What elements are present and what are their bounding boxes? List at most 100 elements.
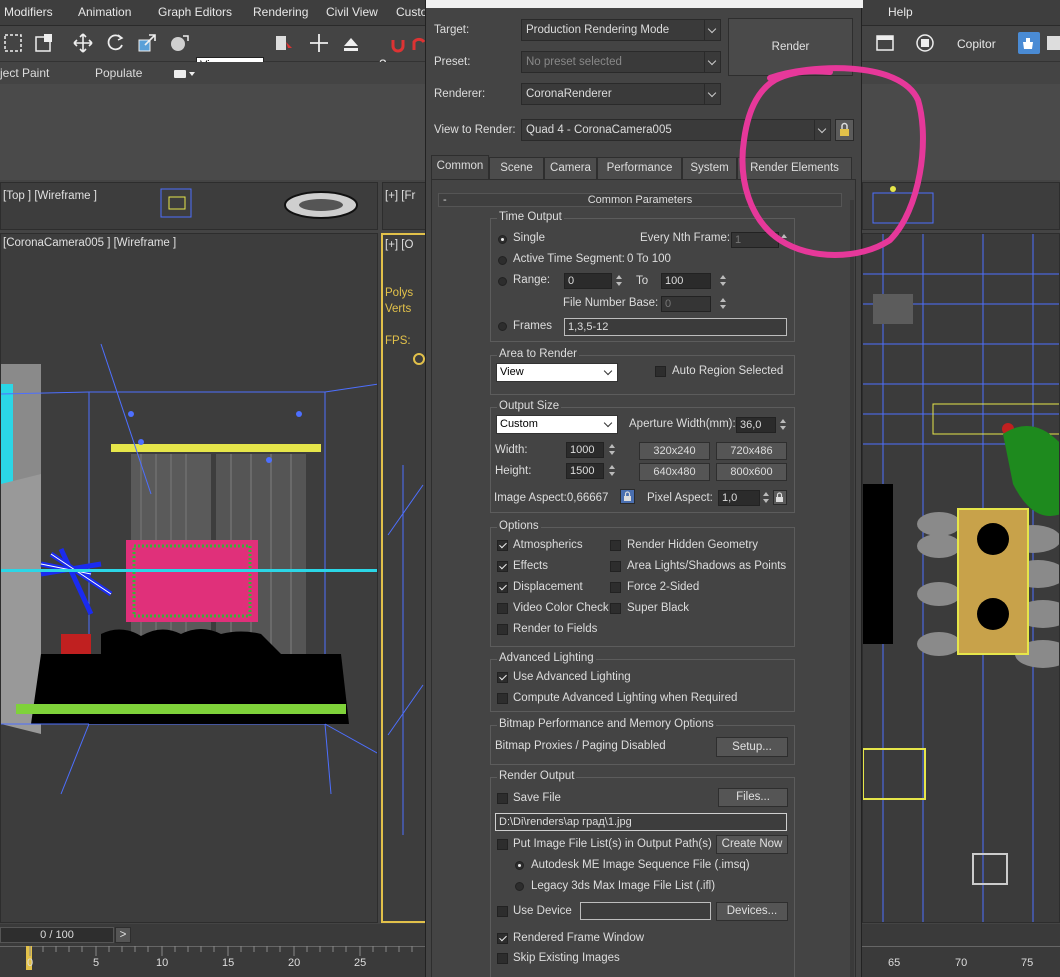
render-production-icon[interactable] — [914, 32, 936, 54]
size-preset-800x600-button[interactable]: 800x600 — [716, 463, 787, 481]
target-select[interactable]: Production Rendering Mode — [521, 19, 721, 41]
area-to-render-select[interactable]: View — [496, 363, 618, 382]
menu-modifiers[interactable]: Modifiers — [4, 5, 53, 19]
scale-icon[interactable] — [136, 32, 158, 54]
skip-existing-checkbox[interactable] — [497, 953, 508, 964]
every-nth-spinner-icon[interactable] — [779, 232, 789, 248]
frames-radio[interactable] — [498, 322, 507, 331]
every-nth-input[interactable]: 1 — [731, 232, 779, 248]
tab-camera[interactable]: Camera — [544, 157, 597, 179]
range-to-input[interactable]: 100 — [661, 273, 711, 289]
size-preset-320x240-button[interactable]: 320x240 — [639, 442, 710, 460]
copitor-label[interactable]: Copitor — [957, 37, 996, 51]
output-path-field[interactable]: D:\Di\renders\ар град\1.jpg — [495, 813, 787, 831]
use-device-checkbox[interactable] — [497, 906, 508, 917]
frames-input[interactable]: 1,3,5-12 — [564, 318, 787, 336]
tab-system[interactable]: System — [682, 157, 737, 179]
area-lights-checkbox[interactable] — [610, 561, 621, 572]
renderer-select[interactable]: CoronaRenderer — [521, 83, 721, 105]
range-from-input[interactable]: 0 — [564, 273, 612, 289]
viewport-top-plan[interactable] — [862, 233, 1060, 923]
device-field[interactable] — [580, 902, 711, 920]
viewport-left[interactable] — [862, 182, 1060, 230]
size-preset-720x486-button[interactable]: 720x486 — [716, 442, 787, 460]
viewport-top[interactable]: [Top ] [Wireframe ] — [0, 182, 378, 230]
preset-select[interactable]: No preset selected — [521, 51, 721, 73]
keyboard-shortcut-icon[interactable] — [340, 32, 362, 54]
atmospherics-checkbox[interactable] — [497, 540, 508, 551]
video-color-check-checkbox[interactable] — [497, 603, 508, 614]
height-spinner-icon[interactable] — [607, 463, 617, 479]
ribbon-populate[interactable]: Populate — [95, 66, 142, 80]
move-icon[interactable] — [72, 32, 94, 54]
pivot-icon[interactable] — [272, 32, 294, 54]
select-manipulate-icon[interactable] — [308, 32, 330, 54]
force-2sided-checkbox[interactable] — [610, 582, 621, 593]
effects-checkbox[interactable] — [497, 561, 508, 572]
viewport-front-label[interactable]: [+] [Fr — [385, 190, 415, 202]
render-to-fields-checkbox[interactable] — [497, 624, 508, 635]
size-preset-640x480-button[interactable]: 640x480 — [639, 463, 710, 481]
put-image-list-checkbox[interactable] — [497, 839, 508, 850]
teapot-render-icon[interactable] — [1018, 32, 1040, 54]
use-advanced-lighting-checkbox[interactable] — [497, 672, 508, 683]
single-radio[interactable] — [498, 235, 507, 244]
auto-region-checkbox[interactable] — [655, 366, 666, 377]
menu-graph-editors[interactable]: Graph Editors — [158, 5, 232, 19]
pixel-aspect-input[interactable]: 1,0 — [718, 490, 760, 506]
viewport-camera[interactable]: [CoronaCamera005 ] [Wireframe ] — [0, 233, 378, 923]
menu-animation[interactable]: Animation — [78, 5, 131, 19]
pixel-aspect-spinner-icon[interactable] — [761, 490, 771, 506]
super-black-checkbox[interactable] — [610, 603, 621, 614]
window-crossing-icon[interactable] — [33, 32, 55, 54]
autodesk-sequence-radio[interactable] — [515, 861, 524, 870]
rotate-icon[interactable] — [104, 32, 126, 54]
output-size-preset-select[interactable]: Custom — [496, 415, 618, 434]
place-icon[interactable] — [168, 32, 190, 54]
common-parameters-rollout[interactable]: - Common Parameters — [438, 193, 842, 207]
frame-counter[interactable]: 0 / 100 — [0, 927, 114, 943]
displacement-checkbox[interactable] — [497, 582, 508, 593]
tab-common[interactable]: Common — [431, 155, 489, 180]
time-slider-right[interactable]: 65 70 75 — [860, 924, 1060, 977]
compute-advanced-lighting-checkbox[interactable] — [497, 693, 508, 704]
ribbon-object-paint[interactable]: ject Paint — [0, 66, 49, 80]
menu-civil-view[interactable]: Civil View — [326, 5, 378, 19]
bitmap-setup-button[interactable]: Setup... — [716, 737, 788, 757]
width-input[interactable]: 1000 — [566, 442, 604, 458]
viewport-perspective[interactable]: [+] [O Polys Verts FPS: — [381, 233, 427, 923]
time-slider[interactable]: 0 / 100 > 0 5 10 15 20 25 — [0, 924, 430, 977]
range-radio[interactable] — [498, 277, 507, 286]
render-frame-window-icon[interactable] — [874, 32, 896, 54]
dialog-titlebar[interactable] — [426, 0, 863, 8]
view-to-render-select[interactable]: Quad 4 - CoronaCamera005 — [521, 119, 831, 141]
menu-help[interactable]: Help — [888, 5, 913, 19]
create-now-button[interactable]: Create Now — [716, 835, 788, 854]
lock-view-icon[interactable] — [835, 119, 854, 141]
render-hidden-checkbox[interactable] — [610, 540, 621, 551]
range-from-spinner-icon[interactable] — [614, 273, 624, 289]
save-file-checkbox[interactable] — [497, 793, 508, 804]
active-segment-radio[interactable] — [498, 256, 507, 265]
viewport-front[interactable]: [+] [Fr — [382, 182, 426, 230]
tab-performance[interactable]: Performance — [597, 157, 682, 179]
extra-tool-icon[interactable] — [1044, 32, 1060, 54]
tab-scene[interactable]: Scene — [489, 157, 544, 179]
menu-customize[interactable]: Custo — [396, 5, 427, 19]
image-aspect-lock-icon[interactable] — [620, 489, 635, 504]
tab-render-elements[interactable]: Render Elements — [737, 157, 852, 179]
devices-button[interactable]: Devices... — [716, 902, 788, 921]
pixel-aspect-lock-icon[interactable] — [773, 490, 787, 505]
width-spinner-icon[interactable] — [607, 442, 617, 458]
rendered-frame-window-checkbox[interactable] — [497, 933, 508, 944]
menu-rendering[interactable]: Rendering — [253, 5, 308, 19]
aperture-input[interactable]: 36,0 — [736, 417, 776, 433]
snap-magnet-icon[interactable] — [389, 32, 411, 54]
height-input[interactable]: 1500 — [566, 463, 604, 479]
files-button[interactable]: Files... — [718, 788, 788, 807]
select-region-icon[interactable] — [2, 32, 24, 54]
legacy-list-radio[interactable] — [515, 882, 524, 891]
rollout-collapse-toggle[interactable]: - — [443, 194, 447, 206]
range-to-spinner-icon[interactable] — [718, 273, 728, 289]
ribbon-dropdown-icon[interactable] — [174, 68, 195, 78]
